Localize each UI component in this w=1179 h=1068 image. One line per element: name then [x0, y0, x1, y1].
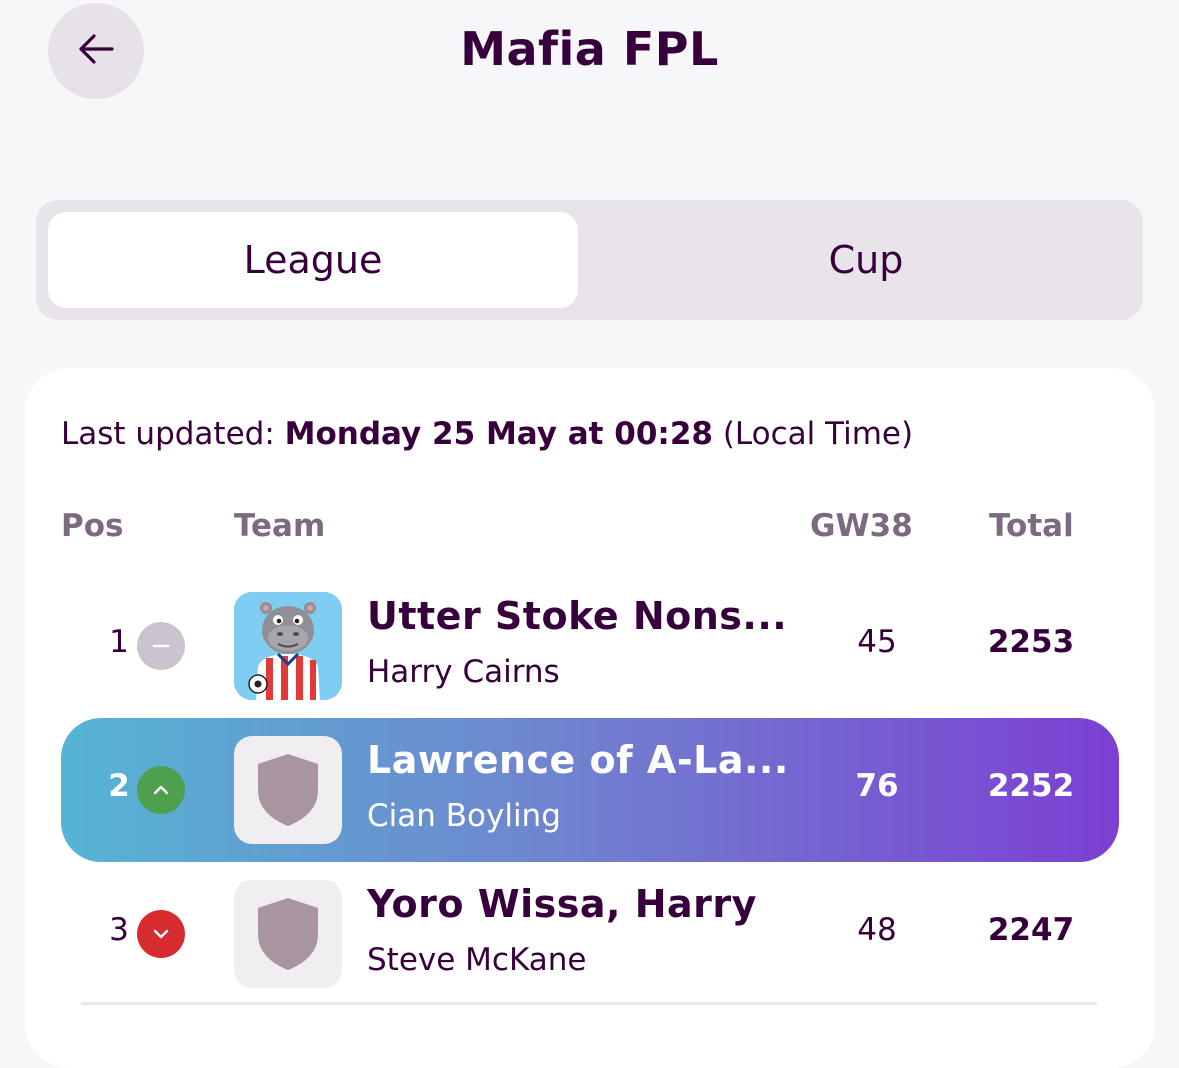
column-header-pos: Pos [61, 508, 124, 544]
row-divider [81, 1002, 1097, 1005]
total-points: 2253 [987, 624, 1075, 660]
column-header-total: Total [989, 508, 1074, 544]
last-updated-suffix: (Local Time) [722, 416, 914, 452]
tab-league[interactable]: League [48, 212, 578, 308]
shield-icon [234, 880, 342, 988]
gameweek-points: 76 [855, 768, 899, 804]
row-position: 3 [109, 912, 129, 948]
total-points: 2247 [987, 912, 1075, 948]
page-title: Mafia FPL [460, 22, 719, 76]
team-name: Lawrence of A-La... [367, 738, 789, 782]
manager-name: Cian Boyling [367, 798, 561, 834]
last-updated-prefix: Last updated: [61, 416, 275, 452]
rank-down-icon [137, 910, 185, 958]
tab-cup[interactable]: Cup [601, 212, 1131, 308]
team-name: Yoro Wissa, Harry [367, 882, 757, 926]
table-row[interactable]: 1 Utter Stoke Nons... Harry Cairns 45 22… [61, 574, 1119, 718]
gameweek-points: 45 [857, 624, 897, 660]
rank-up-icon [137, 766, 185, 814]
manager-name: Steve McKane [367, 942, 587, 978]
manager-name: Harry Cairns [367, 654, 560, 690]
last-updated-text: Last updated: Monday 25 May at 00:28 (Lo… [61, 416, 913, 452]
column-header-gw: GW38 [810, 508, 913, 544]
gameweek-points: 48 [857, 912, 897, 948]
standings-card: Last updated: Monday 25 May at 00:28 (Lo… [25, 368, 1155, 1068]
last-updated-value: Monday 25 May at 00:28 [284, 416, 713, 452]
no-change-icon [137, 622, 185, 670]
league-cup-tabs: League Cup [36, 200, 1143, 320]
table-row[interactable]: 3 Yoro Wissa, Harry Steve McKane 48 2247 [61, 862, 1119, 1006]
table-row-highlighted[interactable]: 2 Lawrence of A-La... Cian Boyling 76 22… [61, 718, 1119, 862]
column-header-team: Team [234, 508, 326, 544]
total-points: 2252 [987, 768, 1075, 804]
row-position: 2 [108, 768, 130, 804]
shield-icon [234, 736, 342, 844]
hippo-mascot-image [234, 592, 342, 700]
team-name: Utter Stoke Nons... [367, 594, 788, 638]
row-position: 1 [109, 624, 129, 660]
